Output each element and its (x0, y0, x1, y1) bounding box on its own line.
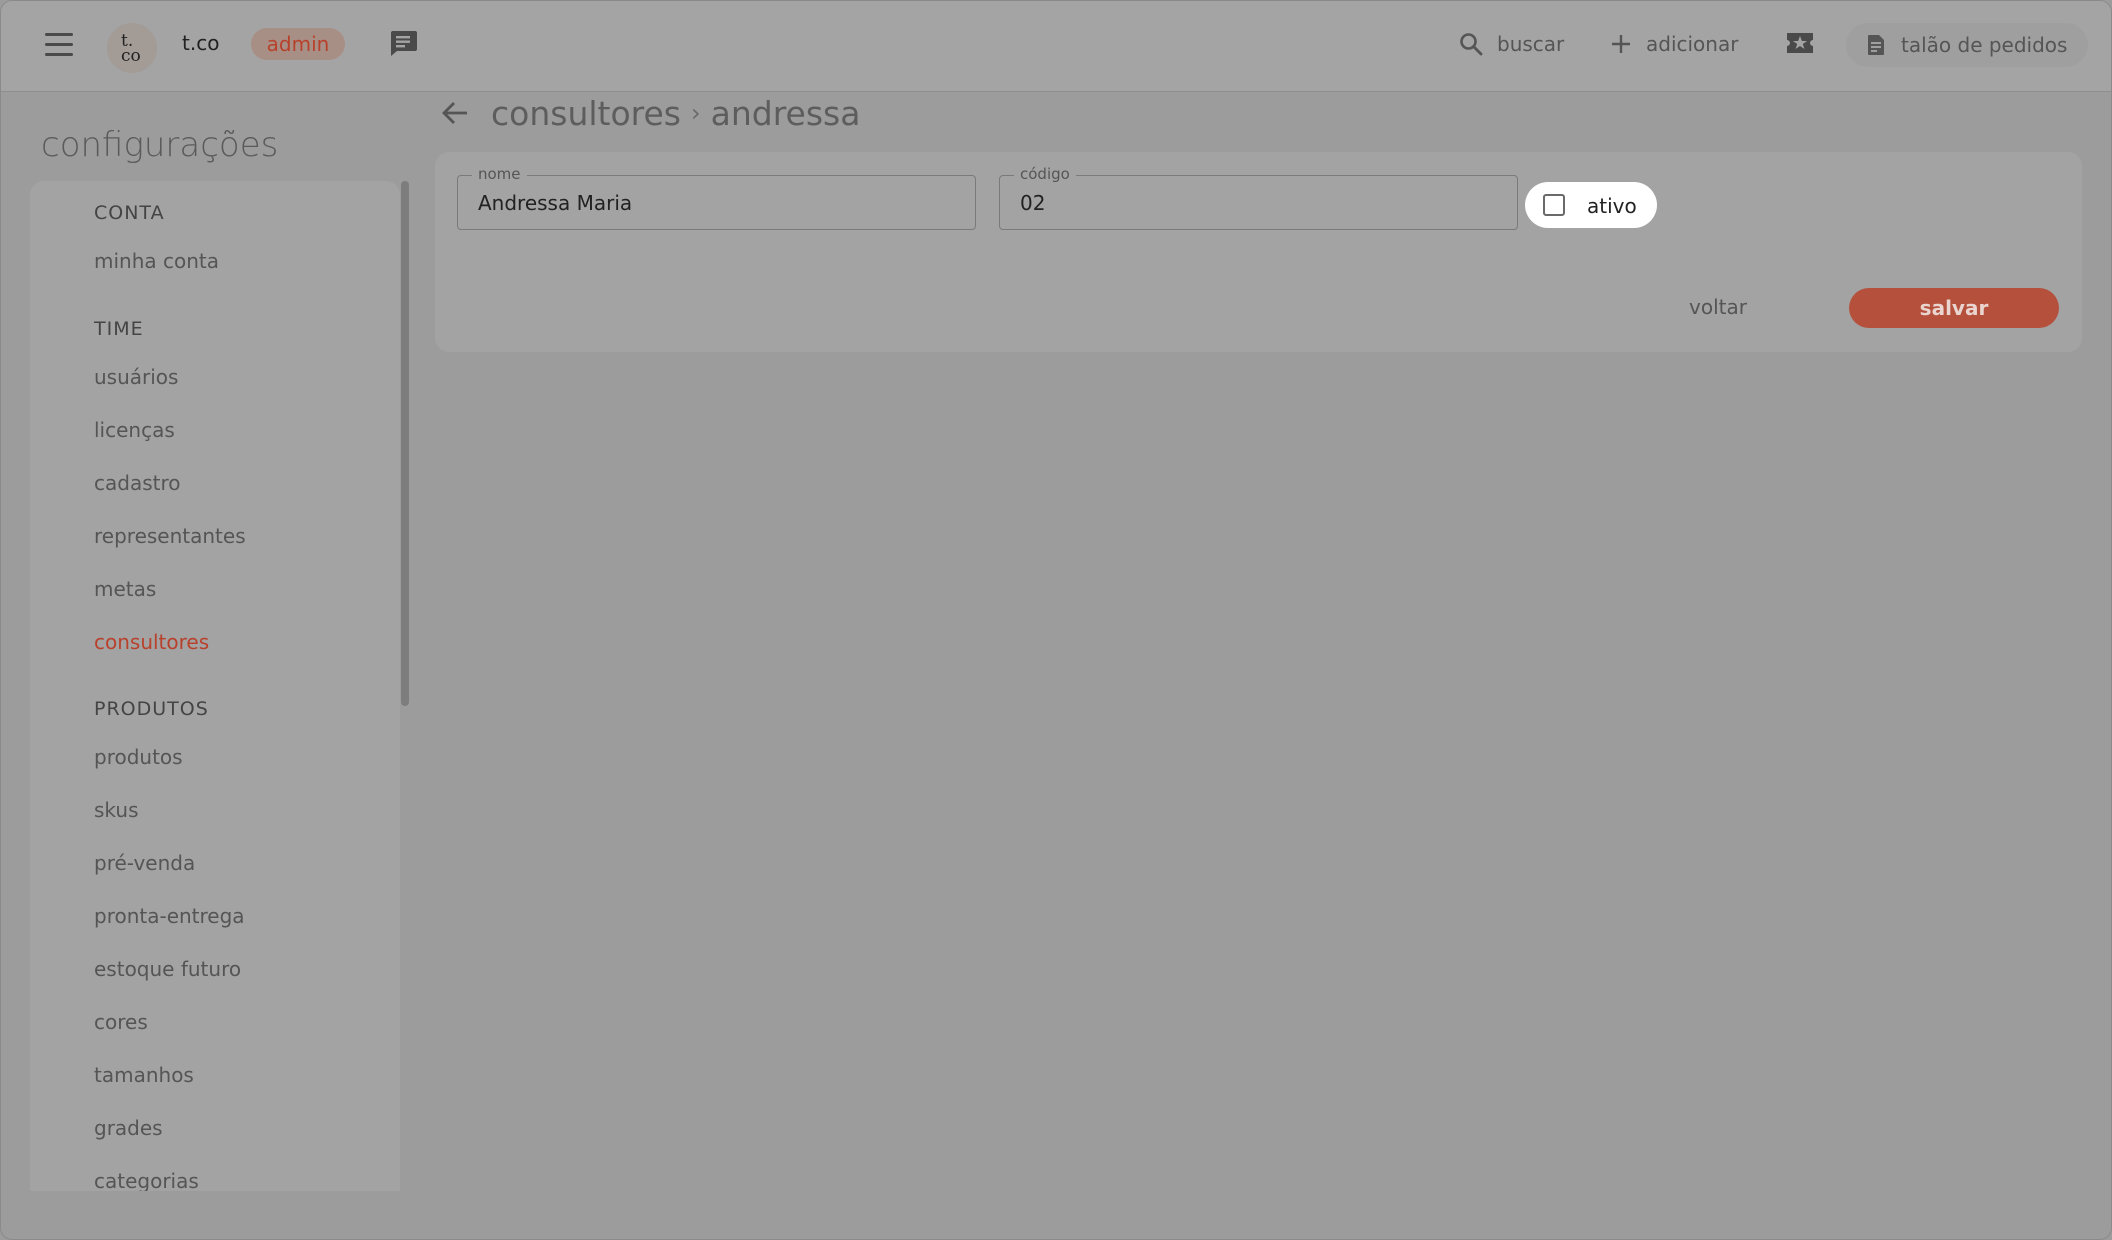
sidebar-item-consultores[interactable]: consultores (94, 630, 209, 654)
order-book-button[interactable]: talão de pedidos (1846, 23, 2088, 67)
menu-icon[interactable] (45, 33, 73, 57)
breadcrumb-separator: › (691, 99, 701, 127)
sidebar-item-skus[interactable]: skus (94, 798, 138, 822)
active-toggle[interactable]: ativo (1525, 182, 1657, 228)
name-field-value[interactable]: Andressa Maria (478, 191, 632, 215)
code-field[interactable]: código 02 (999, 165, 1518, 230)
active-checkbox[interactable] (1543, 194, 1565, 216)
back-arrow-icon[interactable] (441, 100, 469, 126)
sidebar-item-pronta-entrega[interactable]: pronta-entrega (94, 904, 245, 928)
section-heading-produtos: PRODUTOS (94, 698, 209, 720)
order-book-label: talão de pedidos (1901, 33, 2068, 57)
sidebar-item-representantes[interactable]: representantes (94, 524, 246, 548)
name-field[interactable]: nome Andressa Maria (457, 165, 976, 230)
sidebar-scrollbar[interactable] (401, 181, 409, 706)
document-icon (1868, 35, 1884, 55)
breadcrumb-parent[interactable]: consultores (491, 94, 681, 133)
sidebar-item-tamanhos[interactable]: tamanhos (94, 1063, 194, 1087)
settings-title: configurações (41, 125, 279, 165)
save-button[interactable]: salvar (1849, 288, 2059, 328)
sidebar-item-minha-conta[interactable]: minha conta (94, 249, 219, 273)
brand-name: t.co (182, 31, 220, 55)
sidebar-item-usuarios[interactable]: usuários (94, 365, 178, 389)
chat-icon[interactable] (388, 29, 418, 57)
role-badge: admin (251, 28, 345, 60)
breadcrumb-current: andressa (710, 93, 861, 133)
sidebar-item-pre-venda[interactable]: pré-venda (94, 851, 195, 875)
top-header: t. co t.co admin buscar adicionar talão … (1, 1, 2111, 92)
sidebar-item-metas[interactable]: metas (94, 577, 156, 601)
sidebar-item-estoque-futuro[interactable]: estoque futuro (94, 957, 241, 981)
code-field-label: código (1014, 165, 1076, 183)
sidebar-item-categorias[interactable]: categorias (94, 1169, 199, 1191)
ticket-star-icon[interactable] (1785, 31, 1815, 55)
company-logo[interactable]: t. co (107, 23, 157, 73)
name-field-label: nome (472, 165, 527, 183)
active-checkbox-label: ativo (1587, 194, 1637, 218)
section-heading-time: TIME (94, 318, 144, 340)
search-button[interactable]: buscar (1459, 27, 1564, 61)
sidebar-item-grades[interactable]: grades (94, 1116, 163, 1140)
add-label: adicionar (1646, 32, 1739, 56)
search-label: buscar (1497, 32, 1565, 56)
settings-sidebar: CONTA minha conta TIME usuários licenças… (30, 181, 400, 1191)
plus-icon (1612, 35, 1630, 53)
sidebar-item-produtos[interactable]: produtos (94, 745, 183, 769)
logo-line-2: co (121, 46, 141, 66)
back-button[interactable]: voltar (1689, 295, 1747, 319)
app-window: t. co t.co admin buscar adicionar talão … (0, 0, 2112, 1240)
sidebar-item-cadastro[interactable]: cadastro (94, 471, 180, 495)
code-field-value[interactable]: 02 (1020, 191, 1045, 215)
add-button[interactable]: adicionar (1610, 27, 1738, 61)
breadcrumb: consultores › andressa (441, 93, 860, 133)
section-heading-conta: CONTA (94, 202, 165, 224)
sidebar-item-cores[interactable]: cores (94, 1010, 148, 1034)
sidebar-item-licencas[interactable]: licenças (94, 418, 175, 442)
search-icon (1460, 33, 1483, 56)
